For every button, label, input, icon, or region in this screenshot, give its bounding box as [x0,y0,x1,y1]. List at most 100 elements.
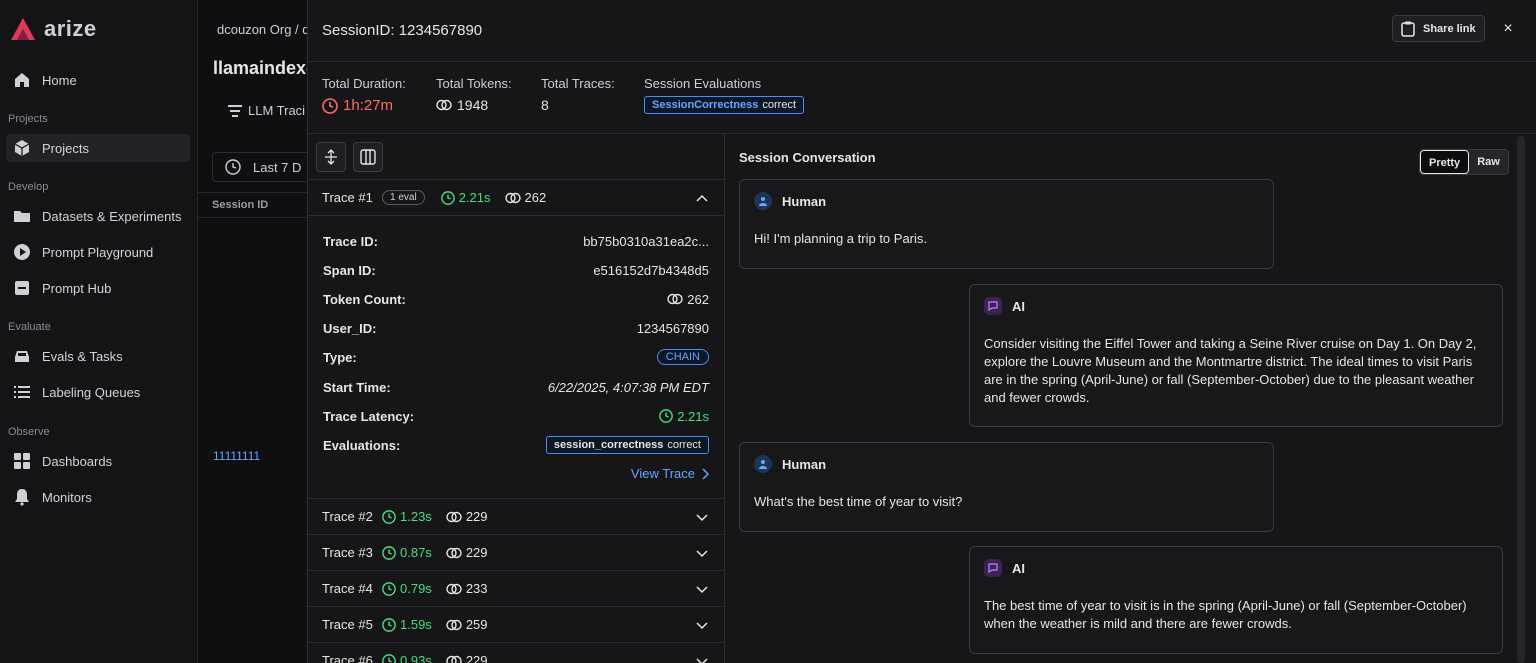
filter-lines-icon [228,104,242,117]
clock-icon [382,509,396,524]
message-role: Human [782,193,827,209]
stat-value: 1948 [436,97,512,113]
scrollbar[interactable] [1517,136,1525,663]
tokens-icon [446,583,462,594]
list-icon [12,382,32,402]
chevron-down-icon[interactable] [695,510,709,524]
message-text: The best time of year to visit is in the… [984,598,1467,631]
tab-label: LLM Traci [248,103,306,118]
trace-name: Trace #3 [322,545,373,560]
breadcrumb[interactable]: dcouzon Org / d [217,22,307,37]
session-stats: Total Duration: 1h:27m Total Tokens: 194… [308,62,1536,134]
time-range-filter[interactable]: Last 7 D [212,152,308,182]
latency-value: 0.93s [400,653,432,663]
detail-value[interactable]: e516152d7b4348d5 [593,263,709,278]
token-value: 229 [465,509,488,524]
detail-span-id: Span ID: e516152d7b4348d5 [323,260,709,280]
sidebar-item-projects[interactable]: Projects [6,134,190,162]
trace-row[interactable]: Trace #6 0.93s 229 [308,642,724,663]
latency-value: 2.21s [677,408,709,424]
clock-icon [659,409,674,423]
detail-label: Type: [323,349,357,365]
chevron-down-icon[interactable] [695,654,709,663]
stat-value: 1h:27m [322,97,406,114]
column-header-session-id[interactable]: Session ID [198,192,308,218]
detail-value: 1234567890 [636,320,709,336]
trace-name: Trace #6 [322,653,373,663]
message-text: Consider visiting the Eiffel Tower and t… [984,336,1477,405]
arize-logo-icon [11,18,35,40]
token-value: 229 [465,653,488,663]
trace-row[interactable]: Trace #2 1.23s 229 [308,498,724,534]
stat-label: Total Duration: [322,76,406,91]
sidebar-item-evals[interactable]: Evals & Tasks [6,342,190,370]
sidebar-item-label: Datasets & Experiments [42,208,182,224]
trace-row[interactable]: Trace #3 0.87s 229 [308,534,724,570]
user-icon [754,455,772,473]
brand-logo[interactable]: arize [8,14,97,44]
brand-name: arize [44,16,97,41]
detail-value[interactable]: bb75b0310a31ea2c... [583,234,709,249]
detail-label: Span ID: [323,262,376,278]
detail-type: Type: CHAIN [323,347,709,367]
detail-label: Evaluations: [323,437,401,453]
latency: 0.79s [382,581,432,596]
archive-icon [12,278,32,298]
chevron-down-icon[interactable] [695,582,709,596]
tokens-icon [436,99,452,111]
message-role: Human [782,456,827,472]
columns-toggle-button[interactable] [353,142,383,172]
close-icon[interactable]: × [1500,20,1516,38]
clock-icon [225,159,241,175]
chevron-down-icon[interactable] [695,618,709,632]
token-value: 262 [687,291,709,307]
sidebar-item-labeling[interactable]: Labeling Queues [6,378,190,406]
sidebar-item-datasets[interactable]: Datasets & Experiments [6,202,190,230]
latency-value: 1.23s [400,509,432,524]
detail-trace-latency: Trace Latency: 2.21s [323,406,709,426]
detail-value: 2.21s [659,409,709,424]
traces-value: 8 [541,97,549,113]
trace-eval-badge: session_correctness correct [545,436,709,454]
session-id-cell[interactable]: 11111111 [213,449,260,463]
chevron-up-icon[interactable] [695,191,709,205]
sidebar-item-playground[interactable]: Prompt Playground [6,238,190,266]
home-icon [12,70,32,90]
sidebar-item-label: Projects [42,140,89,156]
detail-start-time: Start Time: 6/22/2025, 4:07:38 PM EDT [323,377,709,397]
expand-collapse-button[interactable] [316,142,346,172]
bell-icon [12,487,32,507]
trace-row[interactable]: Trace #5 1.59s 259 [308,606,724,642]
sidebar-item-home[interactable]: Home [6,66,190,94]
stat-traces: Total Traces: 8 [541,76,615,113]
share-link-button[interactable]: Share link [1392,15,1485,42]
sidebar-item-hub[interactable]: Prompt Hub [6,274,190,302]
drawer-header: SessionID: 1234567890 Share link × [308,0,1536,62]
latency: 0.87s [382,545,432,560]
app-root: arize Home Projects Projects Develop Dat… [0,0,1536,663]
trace-row[interactable]: Trace #4 0.79s 233 [308,570,724,606]
latency-value: 1.59s [400,617,432,632]
sidebar-item-dashboards[interactable]: Dashboards [6,447,190,475]
pretty-toggle[interactable]: Pretty [1420,150,1470,174]
sidebar-item-monitors[interactable]: Monitors [6,483,190,511]
chevron-down-icon[interactable] [695,546,709,560]
tab-llm-tracing[interactable]: LLM Traci [228,103,308,118]
message-role: AI [1012,298,1025,314]
view-trace-link[interactable]: View Trace [631,466,709,481]
grid-icon [12,451,32,471]
user-icon [754,192,772,210]
token-value: 262 [524,190,547,205]
token-value: 259 [465,617,488,632]
ai-message: AI The best time of year to visit is in … [969,546,1503,654]
sidebar-item-label: Prompt Hub [42,280,112,296]
human-message: Human Hi! I'm planning a trip to Paris. [739,179,1274,269]
background-content [198,0,308,663]
raw-toggle[interactable]: Raw [1469,150,1508,174]
stat-tokens: Total Tokens: 1948 [436,76,512,113]
trace-row[interactable]: Trace #1 1 eval 2.21s 262 [308,179,724,215]
detail-value: 6/22/2025, 4:07:38 PM EDT [547,379,709,395]
conversation-title: Session Conversation [739,150,876,165]
sidebar-item-label: Prompt Playground [42,244,154,260]
message-header: AI [984,559,1025,577]
